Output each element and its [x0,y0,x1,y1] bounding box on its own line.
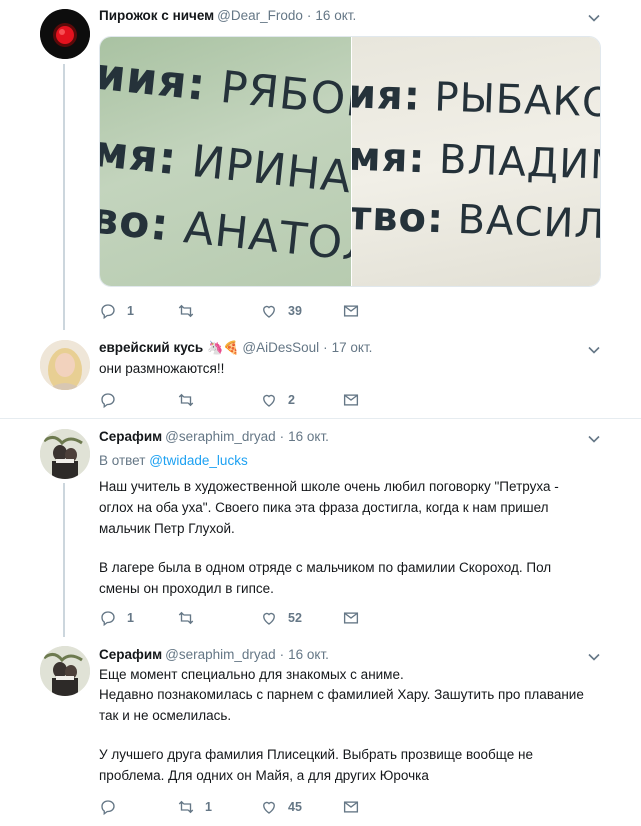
photo-right-value-3: ВАСИЛЬЕВ [456,196,601,251]
reply-icon [101,393,115,409]
retweet-icon [178,393,194,407]
tweet-header: Пирожок с ничем @Dear_Frodo · 16 окт. [99,8,357,23]
envelope-icon [343,612,359,624]
heart-icon [263,394,275,407]
retweet-icon [178,611,194,625]
retweet-button[interactable]: 1 [177,797,212,817]
chevron-down-icon[interactable] [587,343,601,357]
reply-count: 1 [127,611,134,625]
photo-left-value-2: ИРИНА [189,135,351,204]
tweet-1: Пирожок с ничем @Dear_Frodo · 16 окт. иия: … [0,0,641,330]
tweet-text-paragraph-2: Недавно познакомилась с парнем с фамилие… [99,687,584,723]
dm-button[interactable] [342,390,360,410]
like-count: 2 [288,393,295,407]
photo-right-value-2: ВЛАДИМИ [438,136,601,191]
author-name[interactable]: Серафим [99,647,162,662]
tweet-text-paragraph-2: В лагере была в одном отряде с мальчиком… [99,560,552,596]
author-handle[interactable]: @Dear_Frodo [217,8,303,23]
reply-button[interactable]: 1 [99,608,134,628]
tweet-text-paragraph-3: У лучшего друга фамилия Плисецкий. Выбра… [99,747,533,783]
dm-button[interactable] [342,301,360,321]
chevron-down-icon[interactable] [587,432,601,446]
like-count: 39 [288,304,302,318]
tweet-actions: 1 39 [99,301,399,321]
avatar[interactable] [40,429,90,479]
author-name[interactable]: еврейский кусь [99,340,203,355]
tweet-4: Серафим @seraphim_dryad · 16 окт. Еще момен… [0,637,641,826]
author-name[interactable]: Пирожок с ничем [99,8,214,23]
reply-button[interactable] [99,390,127,410]
photo-right-value-1: РЫБАКОНЬ [433,74,601,129]
photo-left[interactable]: иия: РЯБОКОН мя: ИРИНА во: АНАТОЛЬ [100,37,351,286]
photo-left-label-3: во: [100,192,172,252]
tweet-actions: 2 [99,390,399,410]
like-count: 45 [288,800,302,814]
tweet-actions: 1 45 [99,797,399,817]
heart-icon [263,612,275,625]
reply-context: В ответ @twidade_lucks [99,453,248,468]
tweet-2: еврейский кусь 🦄🍕 @AiDesSoul · 17 окт. они … [0,330,641,418]
chevron-down-icon[interactable] [587,11,601,25]
photo-right-label-3: тво: [352,193,445,243]
retweet-button[interactable] [177,301,205,321]
reply-prefix: В ответ [99,453,146,468]
reply-icon [101,800,115,816]
retweet-icon [178,304,194,318]
tweet-time[interactable]: 16 окт. [315,8,356,23]
reply-icon [101,304,115,320]
reply-button[interactable]: 1 [99,301,134,321]
heart-icon [263,305,275,318]
photo-left-label-2: мя: [100,125,180,186]
retweet-button[interactable] [177,608,205,628]
photo-right[interactable]: ия: РЫБАКОНЬ мя: ВЛАДИМИ тво: ВАСИЛЬЕВ [352,37,601,286]
like-button[interactable]: 2 [260,390,295,410]
dm-button[interactable] [342,797,360,817]
reply-button[interactable] [99,797,127,817]
tweet-text: они размножаются!! [99,361,225,376]
tweet-3: Серафим @seraphim_dryad · 16 окт. В ответ @… [0,419,641,637]
envelope-icon [343,305,359,317]
tweet-text-paragraph-1: Еще момент специально для знакомых с ани… [99,667,404,682]
retweet-icon [178,800,194,814]
dm-button[interactable] [342,608,360,628]
envelope-icon [343,801,359,813]
photo-right-label-2: мя: [352,133,427,183]
tweet-header: Серафим @seraphim_dryad · 16 окт. [99,429,329,444]
like-count: 52 [288,611,302,625]
tweet-actions: 1 52 [99,608,399,628]
like-button[interactable]: 52 [260,608,302,628]
tweet-time[interactable]: 16 окт. [288,647,329,662]
tweet-time[interactable]: 17 окт. [332,340,373,355]
retweet-button[interactable] [177,390,205,410]
reply-icon [101,611,115,627]
avatar[interactable] [40,646,90,696]
tweet-text-paragraph-1: Наш учитель в художественной школе очень… [99,479,559,536]
photo-left-value-1: РЯБОКОН [218,61,351,137]
tweet-time[interactable]: 16 окт. [288,429,329,444]
photo-left-label-1: иия: [100,48,209,111]
retweet-count: 1 [205,800,212,814]
envelope-icon [343,394,359,406]
photo-left-value-3: АНАТОЛЬ [181,202,351,277]
like-button[interactable]: 45 [260,797,302,817]
author-handle[interactable]: @seraphim_dryad [165,647,276,662]
photo-right-label-1: ия: [352,71,422,120]
tweet-header: Серафим @seraphim_dryad · 16 окт. [99,647,329,662]
reply-to-handle[interactable]: @twidade_lucks [149,453,248,468]
avatar[interactable] [40,340,90,390]
heart-icon [263,801,275,814]
author-name[interactable]: Серафим [99,429,162,444]
author-handle[interactable]: @seraphim_dryad [165,429,276,444]
chevron-down-icon[interactable] [587,650,601,664]
like-button[interactable]: 39 [260,301,302,321]
reply-count: 1 [127,304,134,318]
author-emojis: 🦄🍕 [206,340,240,355]
tweet-media[interactable]: иия: РЯБОКОН мя: ИРИНА во: АНАТОЛЬ ия: Р… [99,36,601,287]
thread-line [63,64,65,330]
thread-line [63,483,65,637]
author-handle[interactable]: @AiDesSoul [242,340,319,355]
tweet-header: еврейский кусь 🦄🍕 @AiDesSoul · 17 окт. [99,340,373,355]
avatar[interactable] [40,9,90,59]
